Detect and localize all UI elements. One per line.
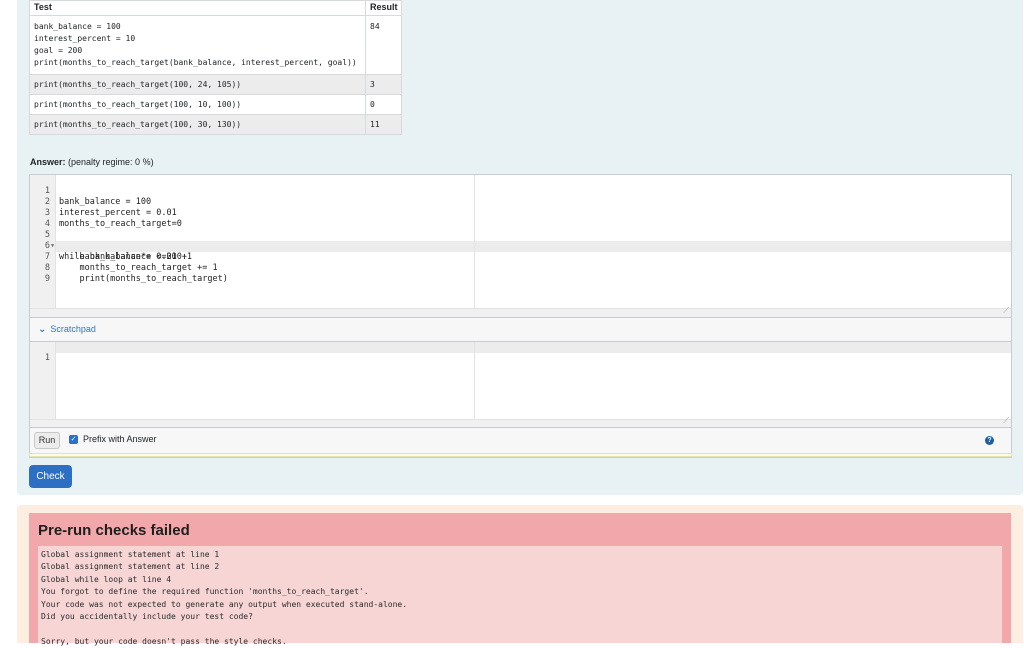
resize-grip-icon[interactable]: ⟋ — [1003, 307, 1009, 315]
code-text: interest_percent = 0.01 — [59, 208, 177, 218]
table-row: bank_balance = 100 interest_percent = 10… — [29, 15, 402, 75]
table-row: print(months_to_reach_target(100, 24, 10… — [29, 74, 402, 95]
feedback-title: Pre-run checks failed — [38, 522, 190, 539]
code-line: 3 months_to_reach_target=0 — [30, 197, 182, 229]
print-margin — [474, 175, 475, 308]
code-line: 6 bank_balance*= 0.01 +1 — [30, 230, 192, 262]
code-line: 1 — [30, 342, 50, 363]
scratchpad-output — [29, 453, 1012, 457]
code-line: 4 — [30, 208, 50, 229]
code-text: months_to_reach_target=0 — [59, 219, 182, 229]
result-cell: 11 — [365, 114, 402, 135]
prefix-with-answer-checkbox[interactable]: ✓ Prefix with Answer — [69, 434, 157, 444]
check-icon[interactable]: ✓ — [69, 434, 78, 444]
print-margin — [474, 342, 475, 419]
result-cell: 3 — [365, 74, 402, 95]
code-line: 2 interest_percent = 0.01 — [30, 186, 177, 218]
result-cell: 84 — [365, 15, 402, 75]
code-line: 9 — [30, 263, 50, 284]
test-cell: print(months_to_reach_target(100, 10, 10… — [29, 94, 366, 115]
editor-resize-bar[interactable]: ⟋ — [30, 417, 1011, 427]
run-button[interactable]: Run — [34, 432, 60, 449]
test-cell: bank_balance = 100 interest_percent = 10… — [29, 15, 366, 75]
table-header-row: Test Result — [29, 0, 402, 16]
penalty-regime: (penalty regime: 0 %) — [68, 157, 154, 167]
code-text: months_to_reach_target += 1 — [59, 263, 218, 273]
active-line-highlight — [56, 241, 1011, 252]
scratchpad-label: Scratchpad — [50, 324, 96, 334]
scratchpad-editor[interactable]: 1 ⟋ — [29, 341, 1012, 428]
fold-chevron-icon[interactable]: ▾ — [50, 241, 55, 252]
answer-title: Answer: — [30, 157, 66, 167]
table-row: print(months_to_reach_target(100, 30, 13… — [29, 114, 402, 135]
answer-code-editor[interactable]: 1 bank_balance = 100 2 interest_percent … — [29, 174, 1012, 318]
check-button[interactable]: Check — [29, 465, 72, 488]
test-results-table: Test Result bank_balance = 100 interest_… — [29, 0, 402, 135]
code-line: 8 print(months_to_reach_target) — [30, 252, 228, 284]
code-line: 7 months_to_reach_target += 1 — [30, 241, 218, 273]
code-line: 5 ▾ while bank_balance <=200: — [30, 219, 187, 262]
active-line-highlight — [56, 342, 1011, 353]
result-cell: 0 — [365, 94, 402, 115]
test-cell: print(months_to_reach_target(100, 24, 10… — [29, 74, 366, 95]
help-icon[interactable]: ? — [985, 436, 994, 445]
answer-label: Answer: (penalty regime: 0 %) — [30, 157, 154, 167]
code-text: bank_balance = 100 — [59, 197, 152, 207]
header-result: Result — [365, 0, 402, 16]
code-line: 1 bank_balance = 100 — [30, 175, 151, 207]
header-test: Test — [29, 0, 366, 16]
editor-resize-bar[interactable]: ⟋ — [30, 307, 1011, 317]
table-row: print(months_to_reach_target(100, 10, 10… — [29, 94, 402, 115]
code-text: print(months_to_reach_target) — [59, 274, 228, 284]
scratchpad-toggle[interactable]: ⌄ Scratchpad — [38, 324, 96, 335]
chevron-down-icon: ⌄ — [38, 324, 47, 335]
feedback-message: Global assignment statement at line 1 Gl… — [38, 546, 1002, 646]
line-number: 1 — [44, 353, 50, 363]
test-cell: print(months_to_reach_target(100, 30, 13… — [29, 114, 366, 135]
resize-grip-icon[interactable]: ⟋ — [1003, 417, 1009, 425]
line-number: 9 — [44, 274, 50, 284]
code-text: bank_balance*= 0.01 +1 — [59, 252, 193, 262]
prefix-label: Prefix with Answer — [83, 434, 157, 444]
